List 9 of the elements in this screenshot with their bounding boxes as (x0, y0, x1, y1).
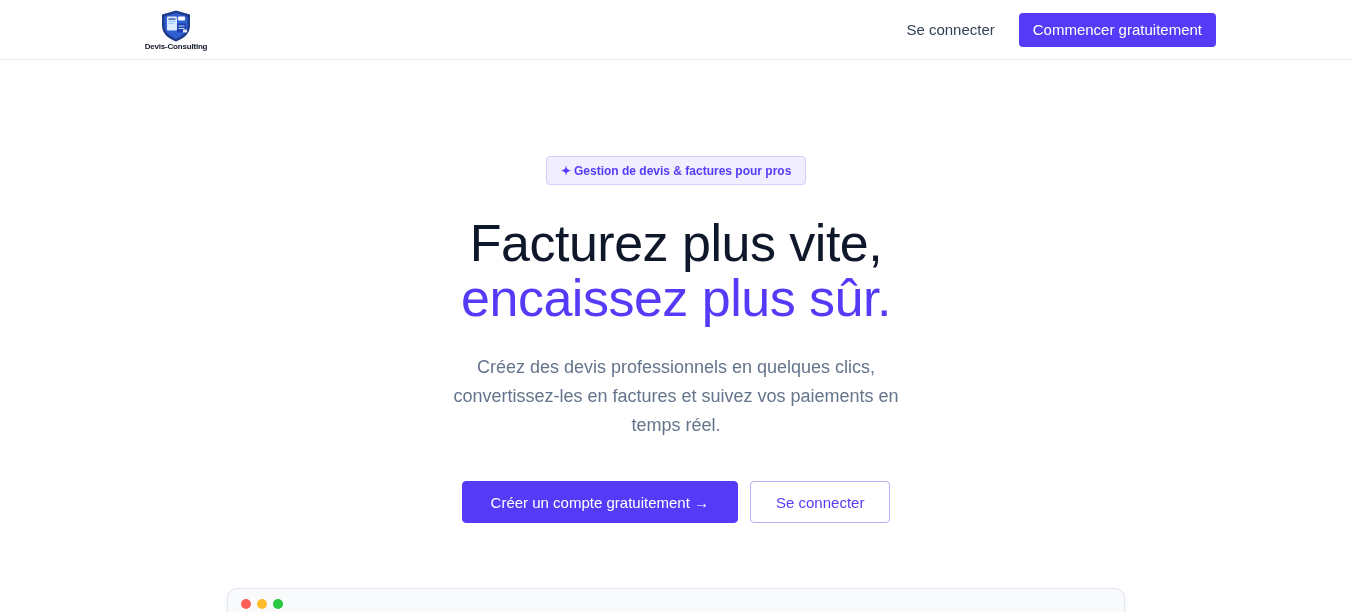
login-link[interactable]: Se connecter (894, 15, 1007, 44)
hero-title: Facturez plus vite, encaissez plus sûr. (461, 216, 891, 326)
start-free-button[interactable]: Commencer gratuitement (1018, 12, 1216, 47)
shield-logo-icon (160, 10, 192, 42)
tagline-badge: ✦ Gestion de devis & factures pour pros (545, 156, 807, 185)
logo-text: Devis-Consulting (144, 42, 208, 51)
hero-subtitle: Créez des devis professionnels en quelques clics, convertissez-les en factures et suivez vos paiements en temps réel. (452, 356, 900, 437)
login-button[interactable]: Se connecter (750, 481, 891, 523)
create-account-button[interactable]: Créer un compte gratuitement → (461, 481, 738, 523)
